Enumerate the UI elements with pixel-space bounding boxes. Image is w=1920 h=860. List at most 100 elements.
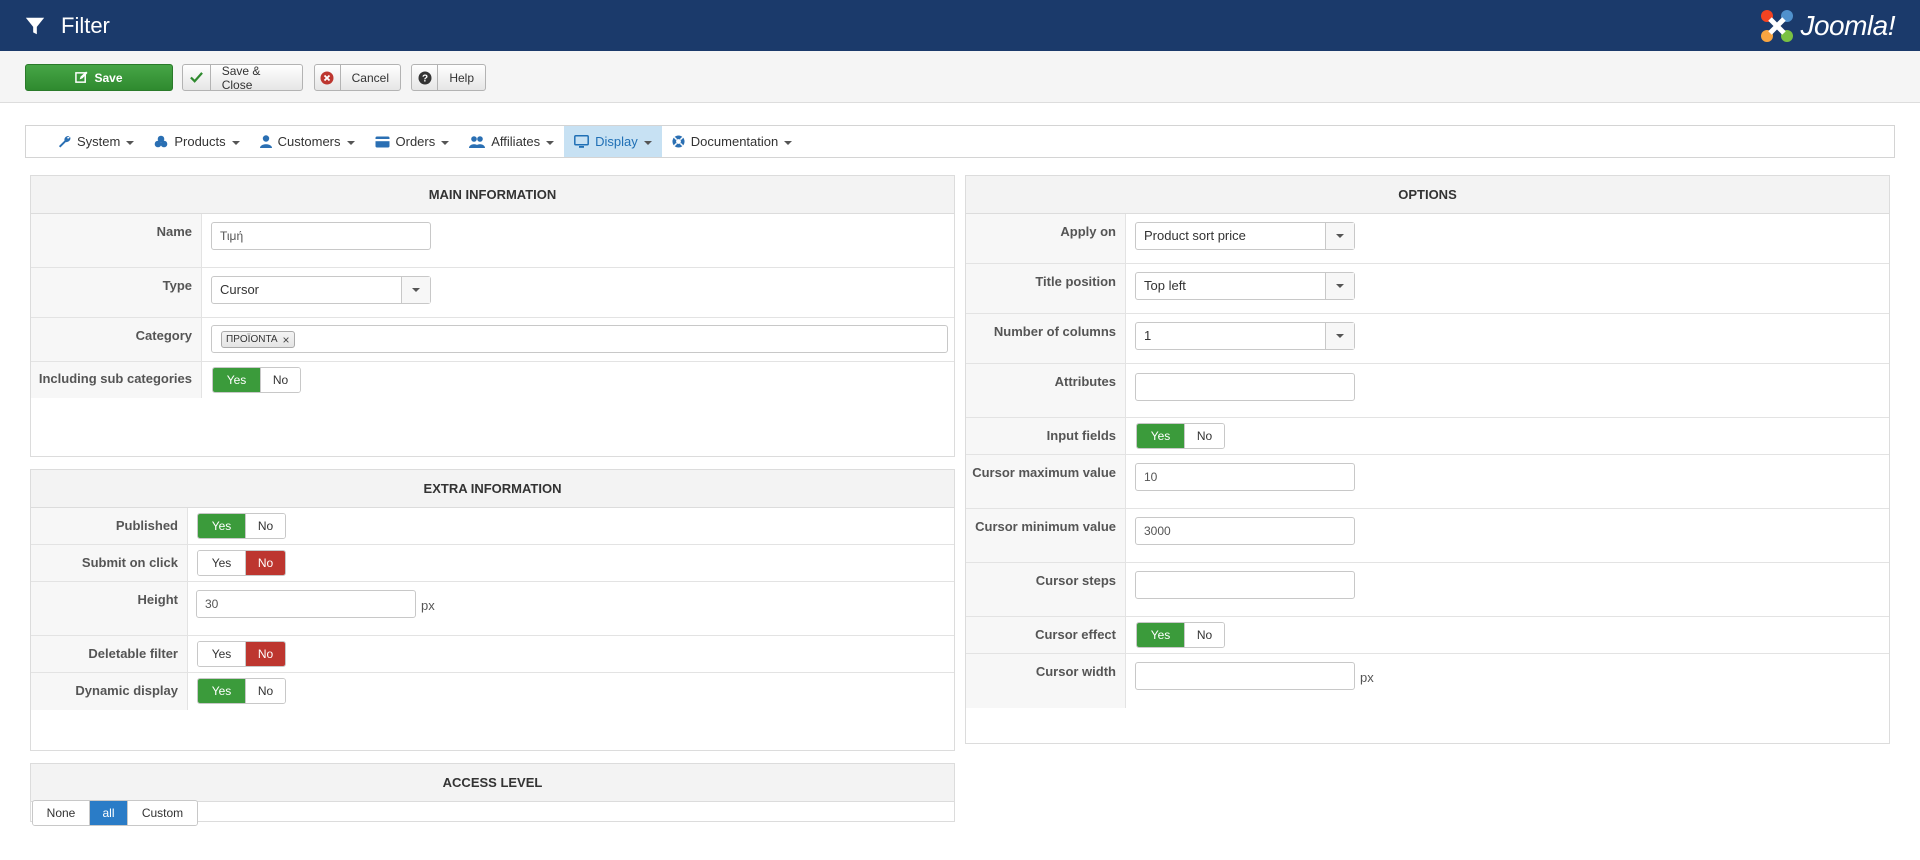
help-icon: ?	[412, 65, 439, 90]
panel-heading: EXTRA INFORMATION	[31, 470, 954, 508]
menu-label: Orders	[395, 134, 436, 149]
unit-label: px	[421, 598, 435, 613]
panel-heading: ACCESS LEVEL	[31, 764, 954, 802]
users-icon	[469, 135, 486, 148]
title-position-select[interactable]: Top left	[1135, 272, 1355, 300]
save-label: Save	[94, 70, 123, 85]
chevron-down-icon	[1325, 273, 1354, 299]
cursor-steps-input[interactable]	[1135, 571, 1355, 599]
apply-on-select[interactable]: Product sort price	[1135, 222, 1355, 250]
cursor-min-row: Cursor minimum value 3000	[966, 509, 1889, 563]
toggle-no[interactable]: No	[260, 368, 300, 392]
cursor-max-input[interactable]: 10	[1135, 463, 1355, 491]
field-label: Cursor effect	[966, 617, 1126, 653]
toggle-no[interactable]: No	[1184, 623, 1224, 647]
help-label: Help	[449, 70, 474, 85]
chevron-down-icon	[1325, 223, 1354, 249]
toolbar: Save Save & Close Cancel ? Help	[0, 51, 1920, 103]
cancel-button[interactable]: Cancel	[314, 64, 401, 91]
published-toggle[interactable]: Yes No	[197, 513, 286, 539]
toggle-no[interactable]: No	[245, 642, 285, 666]
field-label: Submit on click	[31, 545, 188, 581]
cursor-effect-row: Cursor effect Yes No	[966, 617, 1889, 654]
cubes-icon	[154, 135, 168, 148]
menu-orders[interactable]: Orders	[365, 126, 460, 157]
joomla-logo[interactable]: Joomla!	[1758, 7, 1895, 45]
select-value: Cursor	[220, 282, 260, 297]
toggle-no[interactable]: No	[245, 514, 285, 538]
field-label: Name	[31, 214, 202, 267]
select-value: Product sort price	[1144, 228, 1246, 243]
field-label: Cursor steps	[966, 563, 1126, 616]
panel-heading: MAIN INFORMATION	[31, 176, 954, 214]
save-button[interactable]: Save	[25, 64, 173, 91]
toggle-no[interactable]: No	[1184, 424, 1224, 448]
access-level-toggle[interactable]: None all Custom	[32, 800, 198, 826]
panel-heading: OPTIONS	[966, 176, 1889, 214]
cursor-effect-toggle[interactable]: Yes No	[1136, 622, 1225, 648]
menu-system[interactable]: System	[48, 126, 144, 157]
access-option-custom[interactable]: Custom	[127, 801, 197, 825]
dynamic-display-toggle[interactable]: Yes No	[197, 678, 286, 704]
type-row: Type Cursor	[31, 268, 954, 318]
height-input[interactable]: 30	[196, 590, 416, 618]
field-label: Input fields	[966, 418, 1126, 454]
field-label: Cursor width	[966, 654, 1126, 708]
field-label: Cursor maximum value	[966, 455, 1126, 508]
menu-products[interactable]: Products	[144, 126, 249, 157]
attributes-input[interactable]	[1135, 373, 1355, 401]
toggle-yes[interactable]: Yes	[198, 679, 245, 703]
toggle-yes[interactable]: Yes	[213, 368, 260, 392]
name-input[interactable]: Τιμή	[211, 222, 431, 250]
name-row: Name Τιμή	[31, 214, 954, 268]
title-position-row: Title position Top left	[966, 264, 1889, 314]
cursor-min-input[interactable]: 3000	[1135, 517, 1355, 545]
menu-customers[interactable]: Customers	[250, 126, 365, 157]
columns-select[interactable]: 1	[1135, 322, 1355, 350]
app-header: Filter Joomla!	[0, 0, 1920, 51]
attributes-row: Attributes	[966, 364, 1889, 418]
dynamic-display-row: Dynamic display Yes No	[31, 673, 954, 710]
sub-categories-toggle[interactable]: Yes No	[212, 367, 301, 393]
joomla-logo-text: Joomla!	[1800, 10, 1895, 41]
access-level-panel: ACCESS LEVEL None all Custom	[30, 763, 955, 826]
menu-label: Documentation	[690, 134, 779, 149]
toggle-yes[interactable]: Yes	[198, 642, 245, 666]
select-value: 1	[1144, 328, 1152, 343]
toggle-yes[interactable]: Yes	[1137, 623, 1184, 647]
toggle-yes[interactable]: Yes	[1137, 424, 1184, 448]
submit-on-click-row: Submit on click Yes No	[31, 545, 954, 582]
toggle-yes[interactable]: Yes	[198, 514, 245, 538]
type-select[interactable]: Cursor	[211, 276, 431, 304]
field-label: Number of columns	[966, 314, 1126, 363]
toggle-yes[interactable]: Yes	[198, 551, 245, 575]
joomla-logo-icon	[1761, 10, 1794, 42]
cursor-width-input[interactable]	[1135, 662, 1355, 690]
submit-on-click-toggle[interactable]: Yes No	[197, 550, 286, 576]
input-fields-toggle[interactable]: Yes No	[1136, 423, 1225, 449]
wrench-icon	[58, 135, 71, 148]
menu-affiliates[interactable]: Affiliates	[459, 126, 564, 157]
toggle-no[interactable]: No	[245, 679, 285, 703]
toggle-no[interactable]: No	[245, 551, 285, 575]
field-label: Height	[31, 582, 188, 635]
options-panel: OPTIONS Apply on Product sort price Titl…	[965, 175, 1890, 744]
chevron-down-icon	[401, 277, 430, 303]
save-close-button[interactable]: Save & Close	[182, 64, 303, 92]
category-multiselect[interactable]: ΠΡΟΪΟΝΤΑ ×	[211, 325, 948, 353]
access-option-none[interactable]: None	[33, 801, 89, 825]
menu-display[interactable]: Display	[564, 126, 662, 157]
deletable-row: Deletable filter Yes No	[31, 636, 954, 673]
menu-label: Display	[595, 134, 638, 149]
help-button[interactable]: ? Help	[411, 64, 486, 91]
remove-tag-icon[interactable]: ×	[282, 327, 289, 353]
main-information-panel: MAIN INFORMATION Name Τιμή Type Cursor C…	[30, 175, 955, 457]
menu-label: Products	[174, 134, 226, 149]
deletable-toggle[interactable]: Yes No	[197, 641, 286, 667]
access-option-all[interactable]: all	[89, 801, 127, 825]
field-label: Type	[31, 268, 202, 317]
extra-information-panel: EXTRA INFORMATION Published Yes No Submi…	[30, 469, 955, 751]
field-label: Cursor minimum value	[966, 509, 1126, 562]
select-value: Top left	[1144, 278, 1186, 293]
menu-documentation[interactable]: Documentation	[662, 126, 802, 157]
